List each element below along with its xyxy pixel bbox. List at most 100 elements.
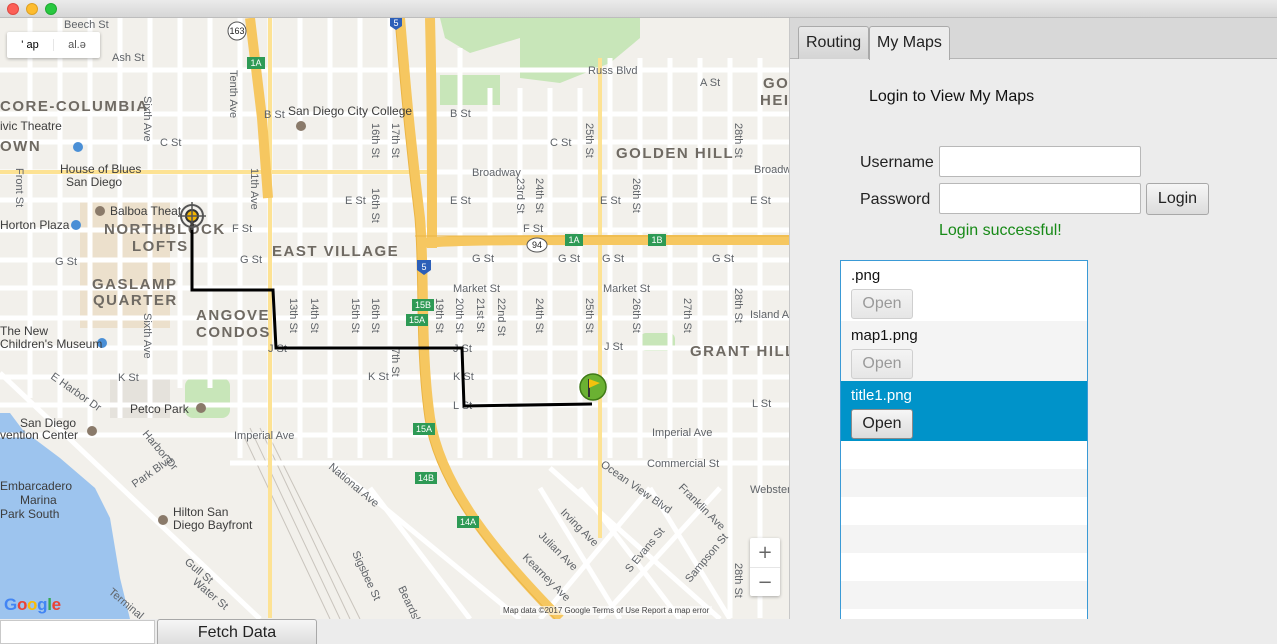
shield-15a-2: 15A [413,423,435,435]
tab-routing[interactable]: Routing [798,26,870,59]
password-field[interactable] [939,183,1141,214]
street-label: K St [118,372,139,384]
map-attribution[interactable]: Map data ©2017 Google Terms of Use Repor… [500,606,713,615]
side-panel: Routing My Maps Login to View My Maps Us… [789,18,1277,626]
close-window-button[interactable] [7,3,19,15]
street-label: Webster [750,484,789,496]
minimize-window-button[interactable] [26,3,38,15]
empty-list-row [841,497,1087,525]
avenue-label: 24th St [533,178,545,213]
street-label: C St [160,137,181,149]
avenue-label: Beardsley St [395,584,432,619]
map-type-satellite-button[interactable]: al.ǝ [53,39,100,51]
street-label: C St [550,137,571,149]
bottom-bar: Fetch Data [0,619,1277,644]
street-label: Market St [603,283,650,295]
fetch-data-button[interactable]: Fetch Data [157,619,317,644]
street-label: E St [345,195,366,207]
list-item-selected[interactable]: title1.png Open [841,381,1087,441]
avenue-label: 25th St [583,123,595,158]
district-quarter: QUARTER [93,292,178,309]
saved-maps-list[interactable]: .png Open map1.png Open title1.png Open [840,260,1088,626]
street-label: B St [450,108,471,120]
poi-embarcadero: Embarcadero [0,479,72,493]
avenue-label: 17th St [389,123,401,158]
poi-city-college: San Diego City College [288,104,412,118]
street-label: F St [523,223,543,235]
street-label: Market St [453,283,500,295]
avenue-label: 16th St [369,298,381,333]
poi-house-of-blues-sub: San Diego [66,175,122,189]
bottom-input-field[interactable] [0,620,155,644]
map-type-map-button[interactable]: ' ap [7,39,53,51]
open-map-button[interactable]: Open [851,349,913,379]
empty-list-row [841,525,1087,553]
avenue-label: 26th St [630,178,642,213]
empty-list-row [841,553,1087,581]
avenue-label: 11th Ave [248,168,260,210]
avenue-label: Sigsbee St [349,549,382,602]
poi-petco-park: Petco Park [130,402,190,416]
map-canvas[interactable]: CORE-COLUMBIA OWN NORTHBLOCK LOFTS GASLA… [0,18,789,619]
street-label: Ash St [112,52,144,64]
avenue-label: 14th St [308,298,320,333]
poi-house-of-blues: House of Blues [60,162,141,176]
tab-my-maps[interactable]: My Maps [869,26,950,60]
svg-text:5: 5 [393,18,398,28]
svg-text:15A: 15A [409,315,425,325]
map-view[interactable]: CORE-COLUMBIA OWN NORTHBLOCK LOFTS GASLA… [0,18,789,619]
avenue-label: 28th St [732,563,744,598]
open-map-button[interactable]: Open [851,409,913,439]
avenue-label: 20th St [453,298,465,333]
destination-flag-marker[interactable] [579,373,607,401]
street-label: Imperial Ave [652,427,712,439]
svg-text:1A: 1A [250,58,261,68]
svg-text:1B: 1B [651,235,662,245]
avenue-label: 28th St [732,288,744,323]
avenue-label: 24th St [533,298,545,333]
svg-text:163: 163 [229,26,244,36]
poi-new-childrens: The New [0,324,48,338]
maximize-window-button[interactable] [45,3,57,15]
district-town: OWN [0,138,41,155]
district-golden-edge-2: HEI [760,92,789,109]
street-label: B St [264,109,285,121]
poi-hilton-sub: Diego Bayfront [173,518,253,532]
poi-balboa-theatre: Balboa Theat [110,204,182,218]
street-label: G St [55,256,77,268]
poi-marina: Marina [20,493,57,507]
list-item[interactable]: map1.png Open [841,321,1087,381]
empty-list-row [841,581,1087,609]
open-map-button[interactable]: Open [851,289,913,319]
avenue-label: 22nd St [495,298,507,336]
login-heading: Login to View My Maps [869,88,1035,105]
avenue-label: 16th St [369,123,381,158]
district-golden-edge-1: GO [763,75,789,92]
avenue-label: Front St [13,168,25,207]
district-northblock: NORTHBLOCK [104,221,226,238]
shield-15a: 15A [406,314,428,326]
shield-14b: 14B [415,472,437,484]
zoom-in-button[interactable]: + [750,538,780,567]
map-file-name: map1.png [851,327,918,344]
google-logo: Google [4,595,61,614]
district-angove: ANGOVE [196,307,270,324]
list-item[interactable]: .png Open [841,261,1087,321]
district-lofts: LOFTS [132,238,189,255]
street-label: G St [602,253,624,265]
street-label: Beech St [64,19,109,31]
svg-text:14B: 14B [418,473,434,483]
zoom-out-button[interactable]: − [750,567,780,596]
street-label: L St [752,398,771,410]
shield-1b: 1B [648,234,666,246]
login-button[interactable]: Login [1146,183,1209,215]
password-label: Password [860,191,931,208]
username-field[interactable] [939,146,1141,177]
title-bar [0,0,1277,18]
map-type-toggle[interactable]: ' ap al.ǝ [7,32,100,58]
poi-childrens-museum: Children's Museum [0,337,102,351]
poi-horton-plaza: Horton Plaza [0,218,70,232]
svg-text:15A: 15A [416,424,432,434]
street-label: Island Ave [750,309,789,321]
district-core-columbia: CORE-COLUMBIA [0,98,149,115]
